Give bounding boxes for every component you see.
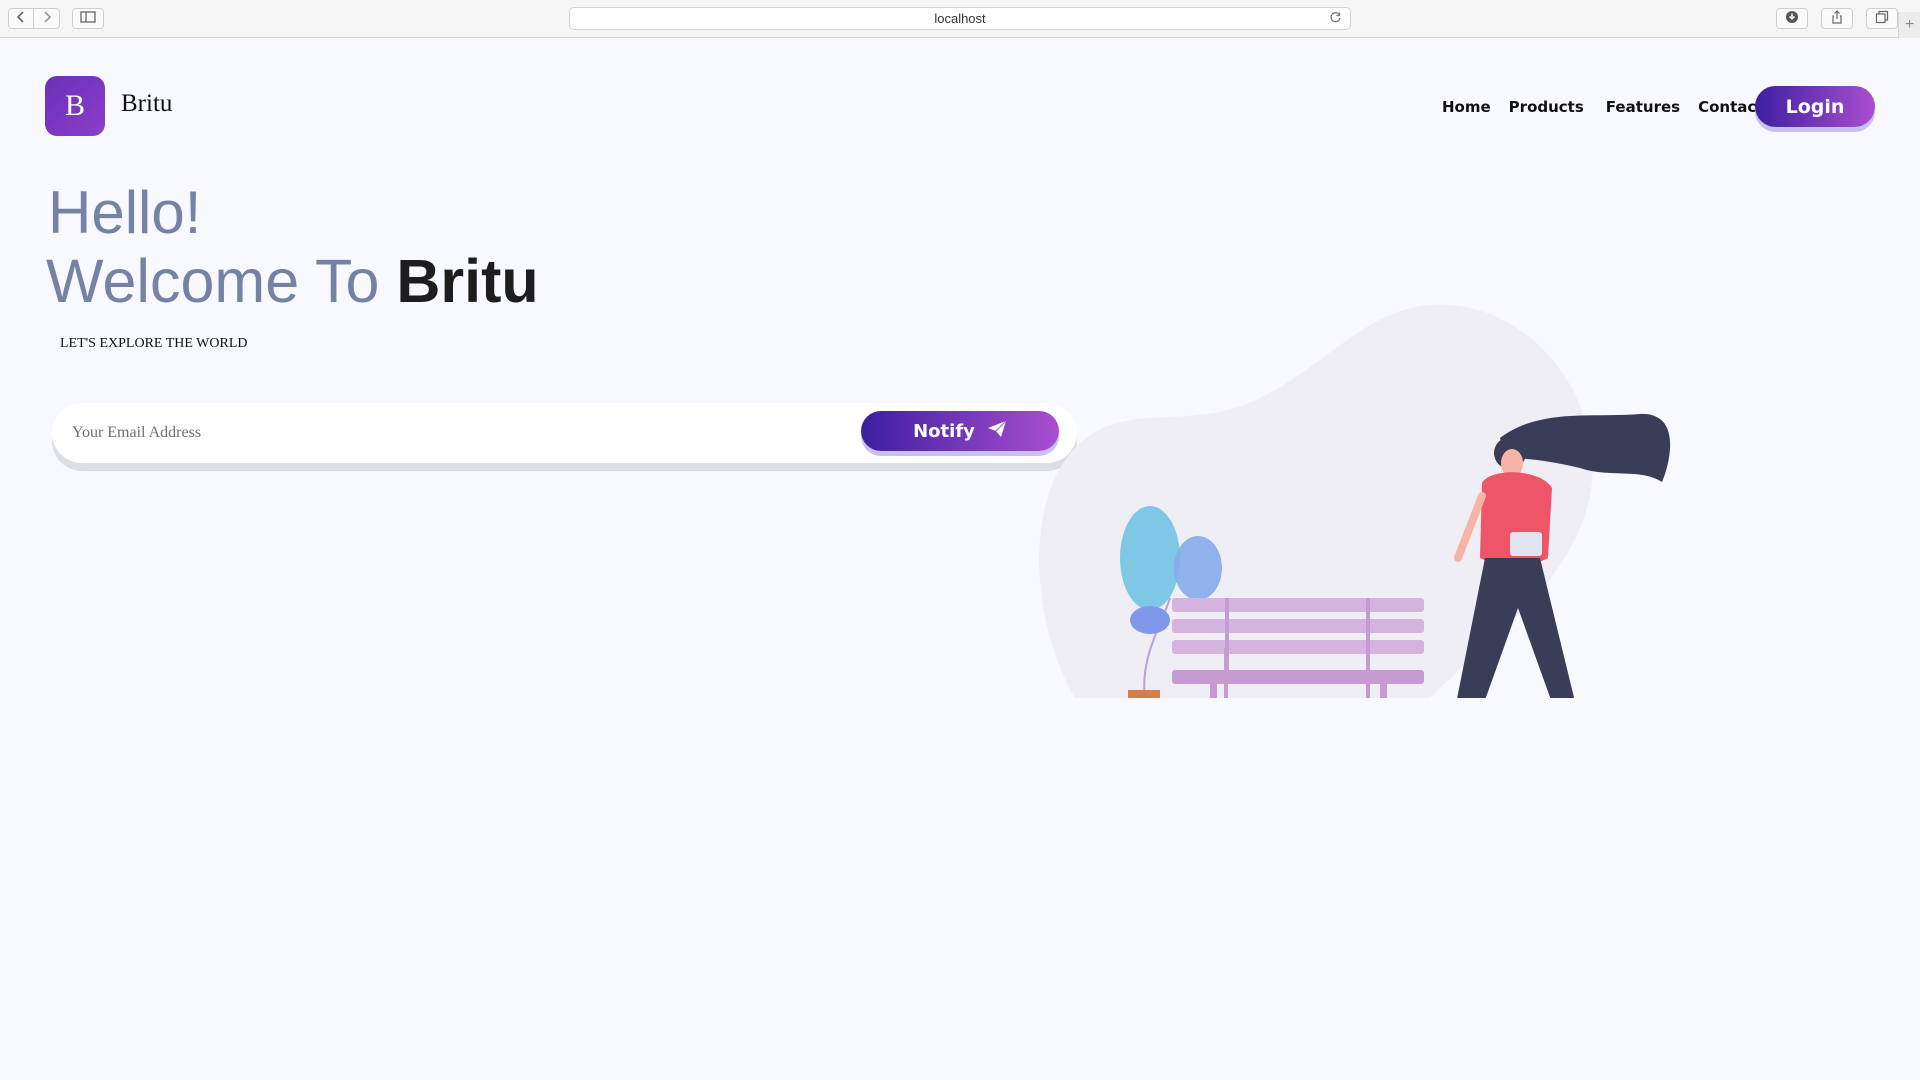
sidebar-toggle-button[interactable] — [72, 8, 104, 29]
tabs-overview-button[interactable] — [1866, 8, 1898, 29]
landing-page: B Britu Home Products Features Contact L… — [0, 38, 1920, 1080]
tabs-icon — [1875, 10, 1889, 27]
nav-contact[interactable]: Contact — [1698, 98, 1763, 116]
browser-toolbar: localhost + — [0, 0, 1920, 38]
forward-icon — [42, 10, 52, 28]
brand-name[interactable]: Britu — [121, 90, 172, 118]
nav-features[interactable]: Features — [1606, 98, 1680, 116]
back-icon — [16, 10, 26, 28]
logo-letter: B — [64, 89, 85, 122]
toolbar-right — [1776, 8, 1898, 29]
nav-home[interactable]: Home — [1442, 98, 1491, 116]
forward-button[interactable] — [34, 8, 60, 29]
sidebar-icon — [80, 10, 96, 28]
hero-title: Welcome To Britu — [46, 246, 539, 316]
main-nav: Home Products Features Contact — [1442, 98, 1781, 116]
new-tab-button[interactable]: + — [1898, 12, 1920, 38]
downloads-button[interactable] — [1776, 8, 1808, 29]
logo[interactable]: B — [45, 76, 105, 136]
hero-illustration — [1039, 304, 1671, 698]
hero-title-prefix: Welcome To — [46, 247, 380, 315]
reload-icon[interactable] — [1329, 11, 1342, 27]
url-text: localhost — [934, 11, 986, 26]
download-icon — [1785, 10, 1799, 27]
share-icon — [1830, 10, 1844, 27]
back-button[interactable] — [8, 8, 34, 29]
hero-title-brand: Britu — [396, 247, 539, 315]
share-button[interactable] — [1821, 8, 1853, 29]
hero-tagline: LET'S EXPLORE THE WORLD — [60, 336, 248, 351]
history-buttons — [8, 8, 60, 29]
notify-label: Notify — [913, 420, 975, 442]
login-button[interactable]: Login — [1755, 86, 1875, 127]
hero-greeting: Hello! — [48, 179, 202, 246]
notify-form: Notify — [52, 403, 1077, 463]
email-input[interactable] — [72, 417, 852, 449]
nav-products[interactable]: Products — [1509, 98, 1584, 116]
address-bar[interactable]: localhost — [569, 7, 1351, 30]
